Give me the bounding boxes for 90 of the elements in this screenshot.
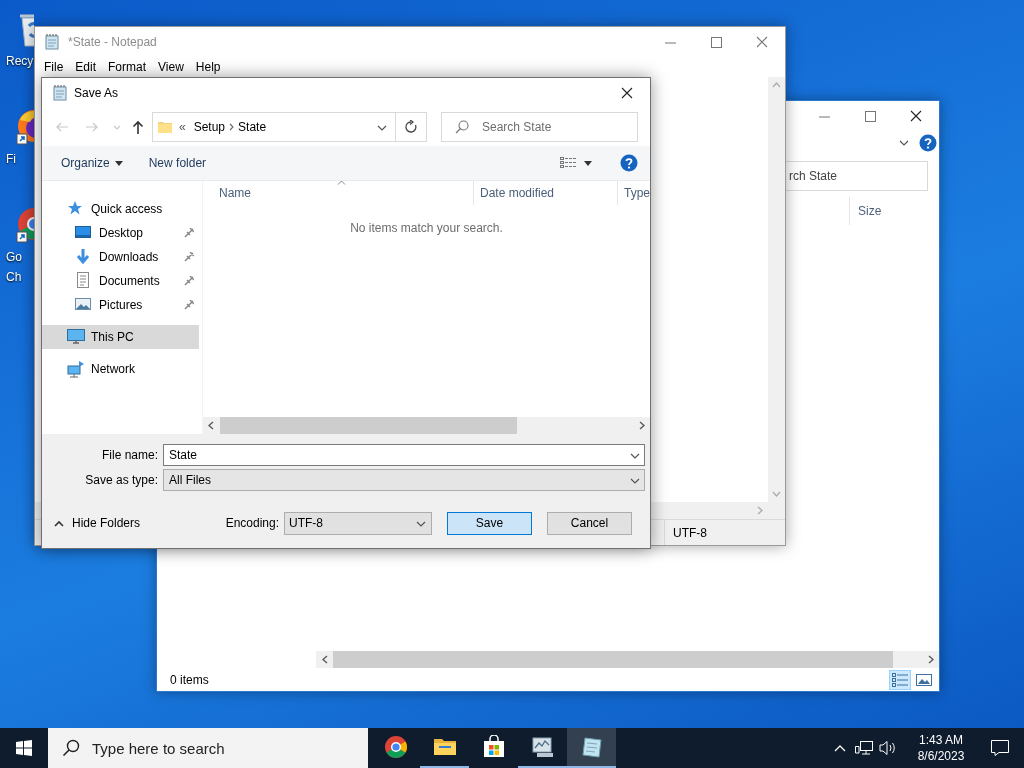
close-icon	[756, 36, 768, 48]
caret-up-icon	[54, 519, 64, 527]
field-label: Save as type:	[84, 473, 159, 487]
icon-label: Recy	[5, 54, 35, 68]
search-field[interactable]: rch State	[786, 161, 928, 191]
address-bar[interactable]: « Setup State	[152, 112, 396, 142]
window-title: *State - Notepad	[68, 35, 157, 49]
notepad-icon	[44, 34, 60, 50]
notification-icon	[991, 740, 1009, 756]
caret-icon	[584, 160, 592, 166]
refresh-button[interactable]	[396, 112, 427, 142]
tree-item[interactable]: Downloads	[42, 245, 199, 269]
scroll-left-icon[interactable]	[208, 421, 215, 430]
icon-label: Go	[5, 250, 23, 264]
icon-label: Fi	[5, 152, 17, 166]
status-text: UTF-8	[673, 525, 707, 540]
column-header[interactable]: Size	[849, 197, 931, 225]
chevron-up-icon[interactable]	[834, 744, 846, 752]
chevron-icon	[416, 519, 426, 527]
column-header[interactable]: Type	[618, 181, 650, 205]
volume-icon[interactable]	[879, 740, 897, 756]
tree-item[interactable]: Quick access	[42, 197, 199, 221]
chevron-icon[interactable]	[899, 139, 909, 147]
hide-folders-button[interactable]: Hide Folders	[42, 516, 141, 530]
help-icon[interactable]	[919, 134, 937, 152]
details-view-icon	[892, 672, 908, 687]
clock-date[interactable]: 8/6/2023	[917, 748, 965, 764]
tree-item[interactable]: Network	[42, 357, 199, 381]
breadcrumb-item[interactable]: Setup	[189, 120, 230, 134]
column-header[interactable]: Name	[203, 181, 474, 205]
toolbar-button[interactable]: New folder	[140, 152, 215, 174]
windows-logo-icon	[16, 740, 32, 756]
close-icon	[621, 87, 633, 99]
folder-icon	[157, 119, 173, 135]
search-icon	[62, 739, 80, 757]
close-icon	[910, 110, 922, 122]
overflow-chevron[interactable]: «	[173, 120, 190, 134]
browser-icon	[383, 735, 408, 759]
menu-item[interactable]: Format	[102, 60, 153, 74]
file-type-dropdown[interactable]: All Files	[163, 469, 645, 491]
scroll-left-icon[interactable]	[321, 655, 328, 664]
search-field[interactable]: Search State	[441, 112, 638, 142]
save-button[interactable]: Save	[447, 511, 532, 535]
encoding-dropdown[interactable]: UTF-8	[284, 511, 432, 535]
toolbar-button[interactable]: Organize	[53, 152, 131, 174]
picture-view-icon	[916, 672, 932, 687]
network-icon[interactable]	[855, 740, 873, 756]
search-icon	[455, 120, 469, 134]
notepad-icon	[52, 85, 68, 101]
menu-item[interactable]: Edit	[69, 60, 103, 74]
field-label: File name:	[100, 448, 159, 462]
notepad-icon	[579, 735, 604, 759]
menu-item[interactable]: View	[152, 60, 190, 74]
network-icon	[67, 360, 85, 378]
scroll-thumb[interactable]	[220, 417, 517, 434]
taskbar-app-button[interactable]	[567, 728, 616, 768]
dialog-title: Save As	[74, 86, 119, 100]
scroll-right-icon[interactable]	[927, 655, 934, 664]
search-field[interactable]: Type here to search	[48, 728, 368, 768]
store-icon	[481, 735, 506, 759]
cancel-button[interactable]: Cancel	[547, 511, 632, 535]
refresh-icon	[404, 120, 418, 134]
empty-message: No items match your search.	[349, 221, 504, 235]
computer-icon	[67, 328, 85, 346]
maximize-icon	[864, 110, 876, 122]
column-header[interactable]: Date modified	[474, 181, 618, 205]
file-name-field[interactable]: State	[163, 444, 645, 466]
field-label: Encoding:	[225, 516, 279, 530]
maximize-icon	[710, 36, 722, 48]
tree-item[interactable]: Desktop	[42, 221, 199, 245]
menu-item[interactable]: File	[38, 60, 70, 74]
icon-label: Ch	[5, 270, 23, 284]
scrollbar[interactable]	[203, 417, 650, 434]
chevron-icon	[630, 476, 640, 484]
tree-item[interactable]: Pictures	[42, 293, 199, 317]
breadcrumb-item[interactable]: State	[234, 120, 271, 134]
tree-item[interactable]: Documents	[42, 269, 199, 293]
chevron-icon	[229, 123, 235, 131]
menu-item[interactable]: Help	[189, 60, 227, 74]
scroll-right-icon[interactable]	[638, 421, 645, 430]
tree-item[interactable]: This PC	[42, 325, 199, 349]
clock-time[interactable]: 1:43 AM	[919, 732, 963, 748]
monitor-icon	[530, 735, 555, 759]
details-view-icon	[560, 157, 576, 169]
chevron-icon[interactable]	[630, 452, 640, 459]
view-button[interactable]	[889, 669, 911, 690]
up-arrow-icon[interactable]	[132, 120, 144, 134]
item-count: 0 items	[170, 672, 209, 687]
help-icon[interactable]	[620, 154, 638, 172]
chevron-icon[interactable]	[377, 123, 387, 131]
